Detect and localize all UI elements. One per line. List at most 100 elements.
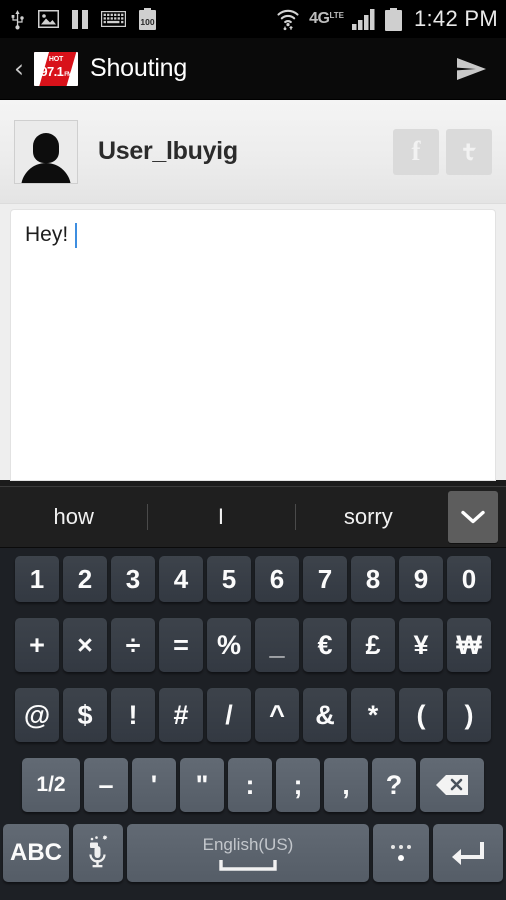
key-8[interactable]: 8 bbox=[351, 556, 395, 602]
key-underscore[interactable]: _ bbox=[255, 618, 299, 672]
send-icon bbox=[457, 57, 486, 80]
key-yen[interactable]: ¥ bbox=[399, 618, 443, 672]
key-enter[interactable] bbox=[433, 824, 503, 882]
key-question[interactable]: ? bbox=[372, 758, 416, 812]
space-bar-icon bbox=[219, 859, 277, 871]
keyboard-row-bottom: ABC English(US) bbox=[0, 820, 506, 894]
app-logo-top-text: HOT bbox=[48, 55, 64, 63]
key-voice-input[interactable] bbox=[73, 824, 123, 882]
backspace-icon bbox=[436, 775, 468, 795]
key-colon[interactable]: : bbox=[228, 758, 272, 812]
pause-icon bbox=[72, 9, 88, 29]
key-semicolon[interactable]: ; bbox=[276, 758, 320, 812]
back-button[interactable]: ‹ bbox=[6, 56, 32, 81]
chevron-down-icon bbox=[461, 510, 485, 524]
keyboard-row-math: + × ÷ = % _ € £ ¥ ₩ bbox=[0, 610, 506, 680]
app-logo: HOT 97.1 FM bbox=[34, 51, 78, 86]
key-divide[interactable]: ÷ bbox=[111, 618, 155, 672]
key-9[interactable]: 9 bbox=[399, 556, 443, 602]
more-dots-icon bbox=[391, 845, 411, 849]
suggestion-2[interactable]: sorry bbox=[295, 504, 442, 530]
network-type-icon: 4G LTE bbox=[309, 10, 344, 28]
key-period[interactable] bbox=[373, 824, 429, 882]
status-bar-left-icons: 100 bbox=[10, 8, 275, 30]
key-1[interactable]: 1 bbox=[15, 556, 59, 602]
key-ampersand[interactable]: & bbox=[303, 688, 347, 742]
image-icon bbox=[38, 10, 59, 28]
app-logo-frequency: 97.1 bbox=[40, 63, 64, 79]
key-won[interactable]: ₩ bbox=[447, 618, 491, 672]
key-0[interactable]: 0 bbox=[447, 556, 491, 602]
key-dash[interactable]: – bbox=[84, 758, 128, 812]
message-input-text: Hey! bbox=[25, 223, 69, 246]
key-abc-mode[interactable]: ABC bbox=[3, 824, 69, 882]
key-5[interactable]: 5 bbox=[207, 556, 251, 602]
key-multiply[interactable]: × bbox=[63, 618, 107, 672]
key-space[interactable]: English(US) bbox=[127, 824, 369, 882]
text-caret bbox=[75, 223, 78, 248]
suggestion-1[interactable]: I bbox=[147, 504, 294, 530]
avatar-body bbox=[21, 162, 71, 183]
key-7[interactable]: 7 bbox=[303, 556, 347, 602]
key-asterisk[interactable]: * bbox=[351, 688, 395, 742]
suggestion-0[interactable]: how bbox=[0, 504, 147, 530]
status-bar-right-icons: 4G LTE 1:42 PM bbox=[275, 6, 498, 32]
key-caret[interactable]: ^ bbox=[255, 688, 299, 742]
send-button[interactable] bbox=[452, 55, 492, 83]
suggestions-expand-button[interactable] bbox=[447, 491, 498, 543]
key-paren-open[interactable]: ( bbox=[399, 688, 443, 742]
username-label: User_lbuyig bbox=[98, 137, 238, 165]
key-at[interactable]: @ bbox=[15, 688, 59, 742]
key-backspace[interactable] bbox=[420, 758, 484, 812]
keyboard-row-symbols: @ $ ! # / ^ & * ( ) bbox=[0, 680, 506, 750]
key-euro[interactable]: € bbox=[303, 618, 347, 672]
battery-level-label: 100 bbox=[140, 17, 155, 27]
profile-strip: User_lbuyig f bbox=[0, 100, 506, 204]
battery-saver-icon: 100 bbox=[139, 8, 156, 30]
microphone-settings-icon bbox=[89, 835, 108, 868]
on-screen-keyboard: how I sorry 1 2 3 4 5 6 7 8 9 0 + × ÷ = … bbox=[0, 486, 506, 900]
message-input[interactable]: Hey! bbox=[11, 210, 495, 480]
status-bar: 100 4G LTE 1:42 PM bbox=[0, 0, 506, 38]
compose-area: Hey! bbox=[0, 204, 506, 480]
key-paren-close[interactable]: ) bbox=[447, 688, 491, 742]
battery-icon bbox=[384, 7, 402, 31]
key-plus[interactable]: + bbox=[15, 618, 59, 672]
signal-bars-icon bbox=[351, 9, 375, 30]
key-apostrophe[interactable]: ' bbox=[132, 758, 176, 812]
key-comma[interactable]: , bbox=[324, 758, 368, 812]
key-percent[interactable]: % bbox=[207, 618, 251, 672]
keyboard-icon bbox=[101, 11, 126, 27]
network-label: 4G bbox=[309, 10, 330, 27]
twitter-icon bbox=[463, 143, 476, 160]
key-symbol-page-toggle[interactable]: 1/2 bbox=[22, 758, 80, 812]
key-pound[interactable]: £ bbox=[351, 618, 395, 672]
key-slash[interactable]: / bbox=[207, 688, 251, 742]
key-3[interactable]: 3 bbox=[111, 556, 155, 602]
key-exclamation[interactable]: ! bbox=[111, 688, 155, 742]
keyboard-row-numbers: 1 2 3 4 5 6 7 8 9 0 bbox=[0, 548, 506, 610]
keyboard-row-punctuation: 1/2 – ' " : ; , ? bbox=[0, 750, 506, 820]
page-title: Shouting bbox=[90, 54, 188, 82]
enter-icon bbox=[452, 842, 484, 865]
status-bar-clock: 1:42 PM bbox=[413, 6, 498, 31]
avatar[interactable] bbox=[14, 119, 78, 184]
app-bar: ‹ HOT 97.1 FM Shouting bbox=[0, 38, 506, 100]
usb-icon bbox=[11, 10, 24, 30]
key-6[interactable]: 6 bbox=[255, 556, 299, 602]
key-hash[interactable]: # bbox=[159, 688, 203, 742]
app-logo-main-text: 97.1 FM bbox=[40, 63, 72, 82]
wifi-icon bbox=[277, 9, 299, 31]
key-quote[interactable]: " bbox=[180, 758, 224, 812]
key-equals[interactable]: = bbox=[159, 618, 203, 672]
key-dollar[interactable]: $ bbox=[63, 688, 107, 742]
facebook-icon: f bbox=[411, 136, 421, 166]
network-sub-label: LTE bbox=[329, 11, 344, 20]
twitter-share-button[interactable] bbox=[446, 128, 492, 175]
phone-screen: 100 4G LTE 1:42 PM ‹ HOT 97.1 FM Shoutin… bbox=[0, 0, 506, 900]
key-2[interactable]: 2 bbox=[63, 556, 107, 602]
app-logo-band: FM bbox=[64, 71, 72, 78]
period-dot bbox=[398, 855, 404, 861]
facebook-share-button[interactable]: f bbox=[393, 128, 439, 175]
key-4[interactable]: 4 bbox=[159, 556, 203, 602]
